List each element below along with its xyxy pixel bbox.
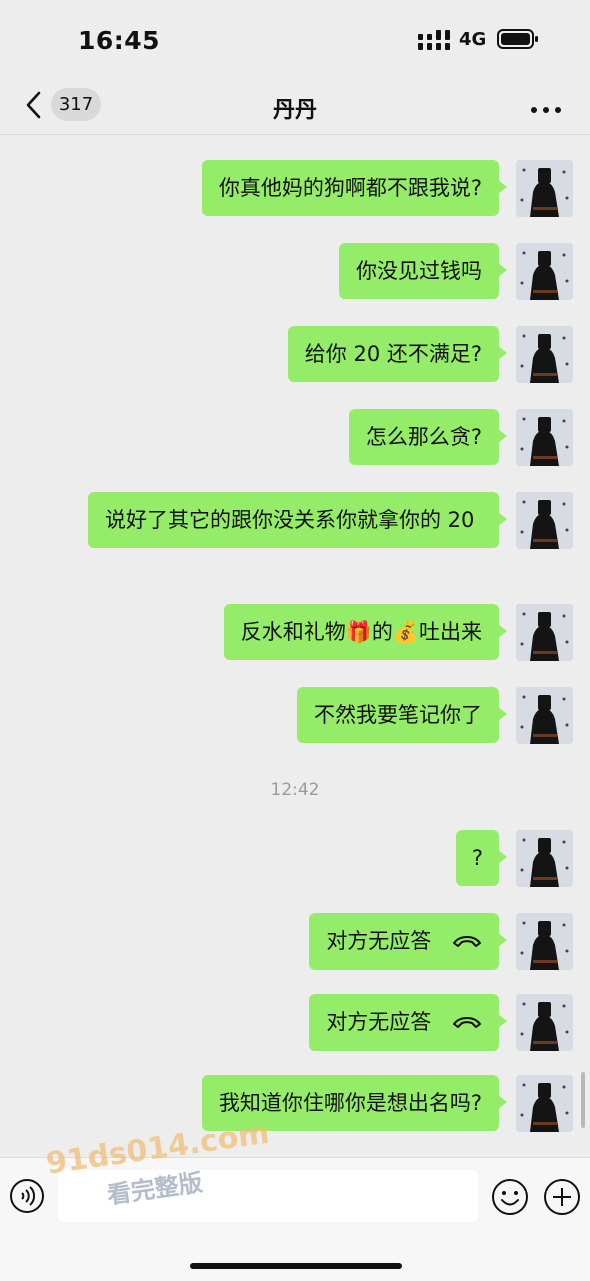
message-bubble[interactable]: 我知道你住哪你是想出名吗? [201, 1075, 508, 1131]
message-timestamp: 12:42 [270, 780, 320, 800]
avatar[interactable] [516, 409, 573, 466]
status-time: 16:45 [78, 26, 161, 55]
avatar[interactable] [516, 160, 573, 217]
voice-input-button[interactable] [9, 1178, 45, 1214]
message-bubble[interactable]: 给你 20 还不满足? [287, 326, 508, 382]
avatar[interactable] [516, 326, 573, 383]
back-button[interactable] [24, 90, 44, 120]
avatar-image [516, 492, 573, 549]
avatar[interactable] [516, 492, 573, 549]
avatar[interactable] [516, 994, 573, 1051]
call-status-text: 对方无应答 [326, 929, 432, 953]
message-bubble[interactable]: 反水和礼物🎁的💰吐出来 [223, 604, 508, 660]
more-icon [531, 107, 561, 113]
avatar-image [516, 409, 573, 466]
scrollbar[interactable] [581, 1072, 585, 1128]
avatar[interactable] [516, 830, 573, 887]
message-input[interactable] [58, 1170, 478, 1222]
network-type: 4G [459, 29, 487, 50]
avatar-image [516, 160, 573, 217]
more-options-button[interactable] [530, 100, 562, 113]
chevron-left-icon [26, 91, 41, 119]
avatar-image [516, 994, 573, 1051]
message-bubble[interactable]: ? [455, 830, 508, 886]
plus-icon [544, 1179, 580, 1215]
avatar-image [516, 243, 573, 300]
more-functions-button[interactable] [543, 1178, 581, 1216]
avatar-image [516, 604, 573, 661]
call-bubble[interactable]: 对方无应答 [309, 994, 507, 1051]
avatar[interactable] [516, 604, 573, 661]
chat-title: 丹丹 [272, 98, 317, 123]
voice-icon [10, 1179, 44, 1213]
avatar-image [516, 687, 573, 744]
avatar-image [516, 913, 573, 970]
message-bubble[interactable]: 说好了其它的跟你没关系你就拿你的 20 [88, 492, 507, 548]
phone-hangup-icon [452, 1009, 482, 1037]
avatar[interactable] [516, 243, 573, 300]
avatar-image [516, 1075, 573, 1132]
message-bubble[interactable]: 怎么那么贪? [348, 409, 508, 465]
emoji-icon [492, 1179, 528, 1215]
battery-icon [497, 29, 539, 53]
emoji-button[interactable] [491, 1178, 529, 1216]
unread-count-badge[interactable]: 317 [51, 88, 101, 121]
avatar[interactable] [516, 1075, 573, 1132]
avatar-image [516, 326, 573, 383]
avatar-image [516, 830, 573, 887]
input-bar [0, 1157, 590, 1281]
message-bubble[interactable]: 你没见过钱吗 [339, 243, 507, 299]
status-bar: 16:45 4G [0, 0, 590, 78]
message-bubble[interactable]: 你真他妈的狗啊都不跟我说? [201, 160, 508, 216]
call-status-text: 对方无应答 [326, 1010, 432, 1034]
home-indicator[interactable] [190, 1263, 402, 1269]
nav-bar: 317 丹丹 [0, 78, 590, 135]
avatar[interactable] [516, 913, 573, 970]
call-bubble[interactable]: 对方无应答 [309, 913, 507, 970]
signal-strength-icon [418, 30, 450, 54]
phone-hangup-icon [452, 928, 482, 956]
message-bubble[interactable]: 不然我要笔记你了 [297, 687, 507, 743]
avatar[interactable] [516, 687, 573, 744]
